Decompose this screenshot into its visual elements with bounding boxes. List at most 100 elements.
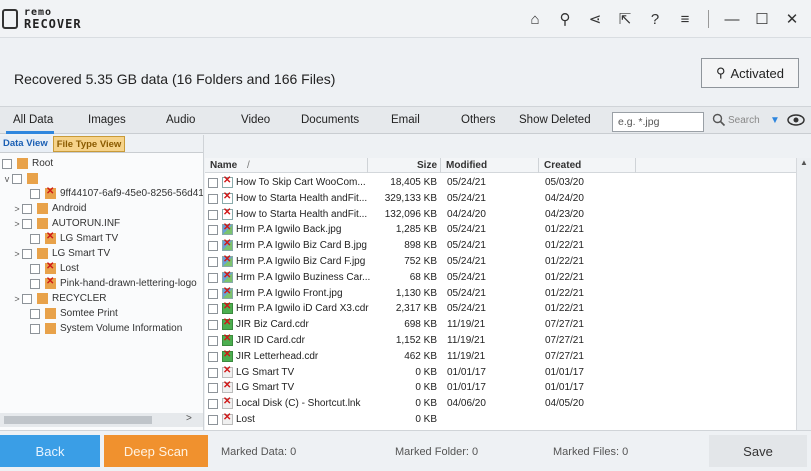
tree-item[interactable]: Pink-hand-drawn-lettering-logo [20, 276, 197, 291]
table-row[interactable]: ✕ Lost 0 KB [205, 412, 811, 428]
maximize-icon[interactable]: ☐ [751, 8, 773, 30]
table-row[interactable]: ✕ How to Starta Health andFit... 329,133 K… [205, 191, 811, 207]
row-checkbox[interactable] [208, 320, 218, 331]
chevron-right-icon[interactable]: > [12, 204, 22, 214]
title-bar-separator [708, 10, 709, 28]
menu-icon[interactable]: ≡ [674, 8, 696, 30]
table-row[interactable]: ✕ Hrm P.A Igwilo Buziness Car... 68 KB 05/2… [205, 270, 811, 286]
chevron-right-icon[interactable]: > [186, 413, 192, 424]
tree-item-root[interactable]: Root [2, 156, 53, 171]
tree-item-drive[interactable]: v [2, 171, 42, 186]
scrollbar-thumb[interactable] [4, 416, 152, 424]
tab-show-deleted[interactable]: Show Deleted [519, 114, 591, 126]
tree-checkbox[interactable] [12, 173, 22, 184]
tree-checkbox[interactable] [30, 263, 40, 274]
eye-icon[interactable] [787, 113, 805, 127]
tab-documents[interactable]: Documents [301, 114, 359, 126]
row-checkbox[interactable] [208, 367, 218, 378]
row-checkbox[interactable] [208, 257, 218, 267]
tab-images[interactable]: Images [88, 114, 126, 126]
minimize-icon[interactable]: — [721, 8, 743, 30]
tree-checkbox[interactable] [22, 293, 32, 304]
row-checkbox[interactable] [208, 241, 218, 252]
row-checkbox[interactable] [208, 304, 218, 315]
chevron-down-icon[interactable]: v [2, 174, 12, 184]
tree-item[interactable]: > Android [12, 201, 86, 216]
tab-video[interactable]: Video [241, 114, 270, 126]
close-icon[interactable]: ✕ [781, 8, 803, 30]
row-checkbox[interactable] [208, 351, 218, 362]
row-checkbox[interactable] [208, 415, 218, 425]
deep-scan-button[interactable]: Deep Scan [104, 435, 208, 467]
table-row[interactable]: ✕ LG Smart TV 0 KB 01/01/17 01/01/17 [205, 380, 811, 396]
table-row[interactable]: ✕ Hrm P.A Igwilo Biz Card B.jpg 898 KB 05/2… [205, 238, 811, 254]
tab-audio[interactable]: Audio [166, 114, 195, 126]
tree-item[interactable]: System Volume Information [20, 321, 182, 336]
row-checkbox[interactable] [208, 399, 218, 410]
row-checkbox[interactable] [208, 209, 218, 220]
table-row[interactable]: ✕ How to Starta Health andFit... 132,096 K… [205, 207, 811, 223]
table-row[interactable]: ✕ JIR ID Card.cdr 1,152 KB 11/19/21 07/27/21 [205, 333, 811, 349]
tree-checkbox[interactable] [22, 203, 32, 214]
help-icon[interactable]: ? [644, 8, 666, 30]
table-row[interactable]: ✕ Hrm P.A Igwilo Biz Card F.jpg 752 KB 05/2… [205, 254, 811, 270]
table-vertical-scrollbar[interactable]: ▲ [796, 158, 811, 430]
row-checkbox[interactable] [208, 336, 218, 346]
tab-others[interactable]: Others [461, 114, 496, 126]
tree-item[interactable]: > LG Smart TV [12, 246, 110, 261]
tree-item[interactable]: > RECYCLER [12, 291, 106, 306]
row-checkbox[interactable] [208, 383, 218, 394]
cell-created: 07/27/21 [545, 350, 584, 362]
tree-checkbox[interactable] [30, 188, 40, 199]
tree-item[interactable]: Somtee Print [20, 306, 118, 321]
tree-checkbox[interactable] [22, 248, 32, 259]
table-row[interactable]: ✕ Hrm P.A Igwilo iD Card X3.cdr 2,317 KB 05… [205, 301, 811, 317]
chevron-right-icon[interactable]: > [12, 249, 22, 259]
column-header-created[interactable]: Created [544, 160, 581, 171]
table-row[interactable]: ✕ JIR Biz Card.cdr 698 KB 11/19/21 07/27/21 [205, 317, 811, 333]
tree-checkbox[interactable] [30, 308, 40, 319]
table-row[interactable]: ✕ How To Skip Cart WooCom... 18,405 KB 05/2… [205, 175, 811, 191]
save-button[interactable]: Save [709, 435, 807, 467]
tab-file-type-view[interactable]: File Type View [52, 136, 126, 152]
tree-checkbox[interactable] [30, 278, 40, 289]
row-checkbox[interactable] [208, 225, 218, 236]
row-checkbox[interactable] [208, 272, 218, 283]
table-row[interactable]: ✕ LG Smart TV 0 KB 01/01/17 01/01/17 [205, 365, 811, 381]
filter-dropdown-icon[interactable]: ▼ [770, 115, 780, 126]
table-row[interactable]: ✕ Hrm P.A Igwilo Back.jpg 1,285 KB 05/24/21… [205, 222, 811, 238]
search-input[interactable]: e.g. *.jpg [612, 112, 704, 132]
tree-item[interactable]: > AUTORUN.INF [12, 216, 120, 231]
column-header-name[interactable]: Name [210, 160, 237, 171]
chevron-up-icon[interactable]: ▲ [800, 158, 808, 167]
tree-horizontal-scrollbar[interactable]: > [0, 413, 203, 427]
table-row[interactable]: ✕ Local Disk (C) - Shortcut.lnk 0 KB 04/06/… [205, 396, 811, 412]
activated-button[interactable]: ⚲ Activated [701, 58, 799, 88]
image-file-icon: ✕ [222, 238, 233, 252]
row-checkbox[interactable] [208, 193, 218, 204]
key-icon[interactable]: ⚲ [554, 8, 576, 30]
column-header-size[interactable]: Size [417, 160, 437, 171]
tab-email[interactable]: Email [391, 114, 420, 126]
tree-checkbox[interactable] [30, 323, 40, 334]
share-icon[interactable]: ⋖ [584, 8, 606, 30]
back-button[interactable]: Back [0, 435, 100, 467]
table-row[interactable]: ✕ JIR Letterhead.cdr 462 KB 11/19/21 07/27/2… [205, 349, 811, 365]
tree-checkbox[interactable] [30, 233, 40, 244]
tree-item[interactable]: Lost [20, 261, 79, 276]
search-button[interactable]: Search [712, 113, 760, 127]
row-checkbox[interactable] [208, 288, 218, 299]
tree-item[interactable]: LG Smart TV [20, 231, 118, 246]
column-header-modified[interactable]: Modified [446, 160, 487, 171]
chevron-right-icon[interactable]: > [12, 219, 22, 229]
tree-item[interactable]: 9ff44107-6af9-45e0-8256-56d414 [20, 186, 203, 201]
tree-checkbox[interactable] [22, 218, 32, 229]
chevron-right-icon[interactable]: > [12, 294, 22, 304]
table-row[interactable]: ✕ Hrm P.A Igwilo Front.jpg 1,130 KB 05/24/2… [205, 286, 811, 302]
home-icon[interactable]: ⌂ [524, 8, 546, 30]
tab-all-data[interactable]: All Data [13, 114, 53, 126]
row-checkbox[interactable] [208, 178, 218, 188]
tree-checkbox[interactable] [2, 158, 12, 169]
tab-data-view[interactable]: Data View [0, 136, 51, 152]
export-icon[interactable]: ⇱ [614, 8, 636, 30]
